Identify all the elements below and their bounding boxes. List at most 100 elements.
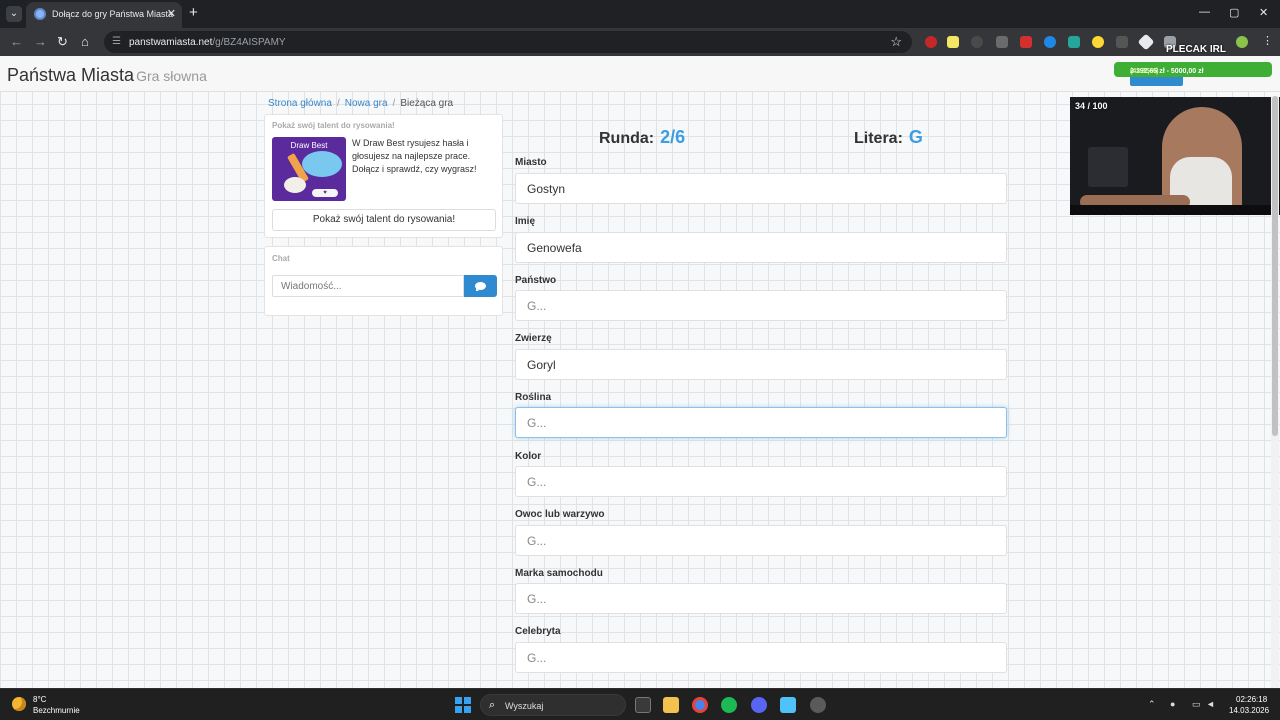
profile-label: PLECAK IRL	[1166, 44, 1226, 55]
taskbar-clock-time[interactable]: 02:26:18	[1236, 695, 1267, 704]
taskbar-search[interactable]: ⌕ Wyszukaj	[480, 694, 626, 716]
breadcrumb: Strona główna / Nowa gra / Bieżąca gra	[268, 98, 454, 109]
field-label-animal: Zwierzę	[515, 333, 552, 344]
extension-adblock-icon[interactable]	[925, 36, 937, 48]
weather-temperature[interactable]: 8°C	[33, 695, 46, 704]
promo-panel: Pokaż swój talent do rysowania! Draw Bes…	[264, 114, 503, 238]
field-label-country: Państwo	[515, 275, 557, 286]
country-input[interactable]	[515, 290, 1007, 321]
notepad-icon[interactable]	[780, 697, 796, 713]
site-brand-subtitle: Gra słowna	[136, 68, 207, 84]
field-label-car-brand: Marka samochodu	[515, 568, 603, 579]
page-content: Państwa Miasta Gra słowna Strona główna / N…	[0, 56, 1280, 688]
bookmark-star-icon[interactable]: ☆	[890, 34, 902, 50]
browser-tabstrip: ⌄ Dołącz do gry Państwa Miasta ✕ + — ▢ ✕	[0, 0, 1280, 28]
home-icon[interactable]: ⌂	[81, 34, 89, 50]
file-explorer-icon[interactable]	[663, 697, 679, 713]
task-view-icon[interactable]	[635, 697, 651, 713]
microphone-icon[interactable]: ●	[1170, 699, 1175, 709]
background-shelf-shape	[1088, 147, 1128, 187]
viewer-counter: 34 / 100	[1075, 101, 1108, 111]
chat-message-input[interactable]	[272, 275, 464, 297]
new-tab-button[interactable]: +	[189, 5, 198, 21]
draw-best-button[interactable]: Pokaż swój talent do rysowania!	[272, 209, 496, 231]
taskbar-search-text: Wyszukaj	[505, 701, 544, 711]
browser-toolbar: ← → ↻ ⌂ ☰ panstwamiasta.net/g/BZ4AISPAMY…	[0, 28, 1280, 56]
tab-list-button[interactable]: ⌄	[6, 6, 22, 22]
extension-translate-icon[interactable]	[1068, 36, 1080, 48]
tab-close-icon[interactable]: ✕	[167, 7, 176, 21]
donation-goal-percent: (43.85%)	[1130, 68, 1159, 75]
draw-best-image[interactable]: Draw Best ♥	[272, 137, 346, 201]
site-brand[interactable]: Państwa Miasta Gra słowna	[7, 65, 207, 86]
field-label-fruit-vegetable: Owoc lub warzywo	[515, 509, 605, 520]
display-icon[interactable]: ▭	[1192, 699, 1201, 710]
letter-value: G	[908, 127, 923, 147]
cloud-shape	[302, 151, 342, 177]
animal-input[interactable]	[515, 349, 1007, 380]
promo-description: W Draw Best rysujesz hasła i głosujesz n…	[352, 138, 477, 174]
search-icon: ⌕	[489, 699, 496, 711]
browser-tab-active[interactable]: Dołącz do gry Państwa Miasta ✕	[26, 2, 182, 28]
field-label-city: Miasto	[515, 157, 547, 168]
color-input[interactable]	[515, 466, 1007, 497]
extension-wave-icon[interactable]	[1044, 36, 1056, 48]
webcam-overlay: 34 / 100	[1070, 97, 1280, 215]
car-brand-input[interactable]	[515, 583, 1007, 614]
extension-pin-icon[interactable]	[1116, 36, 1128, 48]
speech-bubble-icon	[475, 282, 486, 291]
reload-icon[interactable]: ↻	[57, 34, 68, 50]
chrome-icon[interactable]	[692, 697, 708, 713]
profile-avatar-icon[interactable]	[1236, 36, 1248, 48]
url-text: panstwamiasta.net/g/BZ4AISPAMY	[129, 37, 286, 48]
extension-yellow-icon[interactable]	[1092, 36, 1104, 48]
field-label-name: Imię	[515, 216, 536, 227]
minimize-button[interactable]: —	[1199, 6, 1210, 18]
donation-goal-bar: 2 192,65 zł - 5000,00 zł (43.85%)	[1114, 62, 1272, 77]
extension-notes-icon[interactable]	[947, 36, 959, 48]
heart-icon: ♥	[312, 189, 338, 197]
site-favicon-icon	[34, 8, 46, 20]
volume-icon[interactable]: ◄	[1206, 699, 1215, 709]
chat-send-button[interactable]	[464, 275, 497, 297]
chat-panel: Chat	[264, 246, 503, 316]
forward-arrow-icon[interactable]: →	[34, 34, 47, 50]
draw-best-image-title: Draw Best	[290, 141, 328, 150]
page-scrollbar-thumb[interactable]	[1272, 96, 1278, 436]
extension-diamond-icon[interactable]	[1137, 33, 1155, 51]
round-value: 2/6	[660, 127, 686, 147]
site-info-icon[interactable]: ☰	[112, 36, 124, 48]
extension-pdf-icon[interactable]	[1020, 36, 1032, 48]
obs-icon[interactable]	[810, 697, 826, 713]
extension-puzzle-icon[interactable]	[996, 36, 1008, 48]
promo-panel-title: Pokaż swój talent do rysowania!	[272, 121, 395, 130]
tray-chevron-icon[interactable]: ⌃	[1148, 699, 1156, 710]
field-label-color: Kolor	[515, 451, 542, 462]
page-scrollbar[interactable]	[1271, 96, 1279, 688]
address-bar[interactable]: ☰ panstwamiasta.net/g/BZ4AISPAMY ☆	[104, 31, 912, 53]
paint-blob-shape	[284, 177, 306, 193]
weather-description[interactable]: Bezchmurnie	[33, 706, 80, 715]
browser-menu-icon[interactable]: ⋮	[1262, 34, 1274, 47]
extension-circle-icon[interactable]	[971, 36, 983, 48]
windows-start-icon[interactable]	[455, 697, 471, 713]
breadcrumb-home-link[interactable]: Strona główna	[268, 98, 332, 109]
breadcrumb-new-game-link[interactable]: Nowa gra	[345, 98, 388, 109]
name-input[interactable]	[515, 232, 1007, 263]
weather-moon-icon[interactable]	[12, 697, 26, 711]
field-label-plant: Roślina	[515, 392, 552, 403]
window-close-button[interactable]: ✕	[1259, 6, 1268, 19]
fruit-vegetable-input[interactable]	[515, 525, 1007, 556]
city-input[interactable]	[515, 173, 1007, 204]
spotify-icon[interactable]	[721, 697, 737, 713]
discord-icon[interactable]	[751, 697, 767, 713]
breadcrumb-current: Bieżąca gra	[400, 98, 454, 109]
round-indicator: Runda: 2/6	[599, 127, 686, 147]
back-arrow-icon[interactable]: ←	[10, 34, 23, 50]
windows-taskbar: 8°C Bezchmurnie ⌕ Wyszukaj ⌃ ● ▭ ◄ 02:26…	[0, 688, 1280, 720]
plant-input[interactable]	[515, 407, 1007, 438]
celebrity-input[interactable]	[515, 642, 1007, 673]
maximize-button[interactable]: ▢	[1229, 6, 1239, 19]
tab-title: Dołącz do gry Państwa Miasta	[52, 9, 174, 19]
taskbar-clock-date[interactable]: 14.03.2026	[1229, 706, 1269, 715]
